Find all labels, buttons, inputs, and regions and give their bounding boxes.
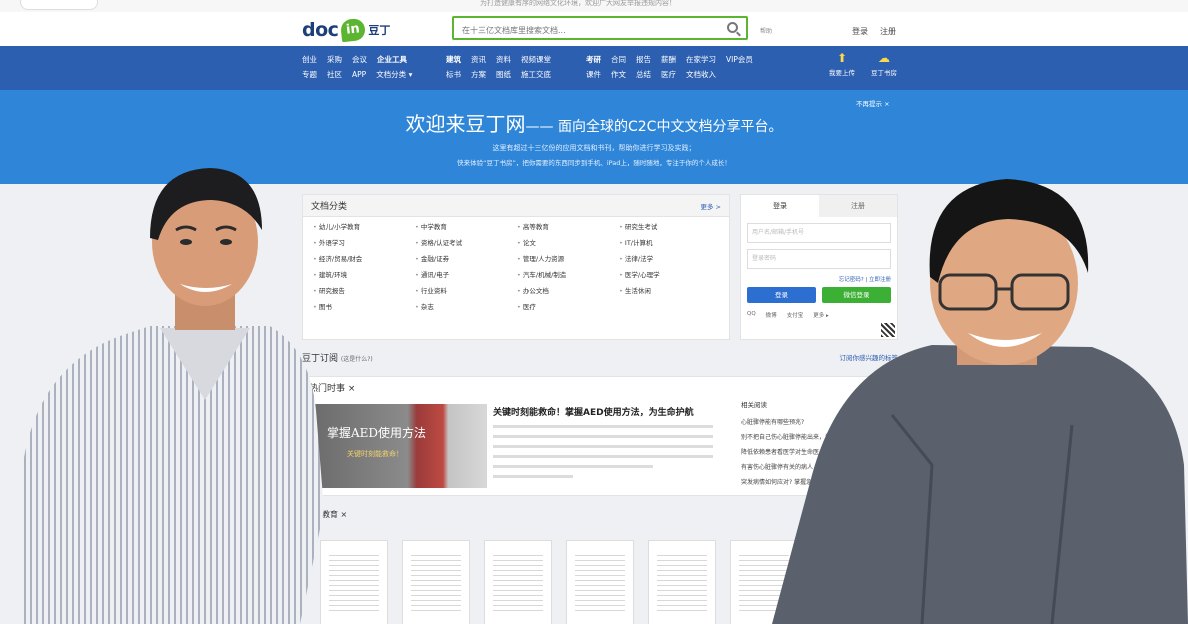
nav-item[interactable]: 课件 [586, 69, 601, 80]
logo-doc: doc [302, 19, 339, 41]
subscribe-hint[interactable]: (这是什么?) [341, 356, 373, 363]
search-box [452, 16, 748, 41]
related-title: 相关阅读 [741, 401, 767, 409]
doc-thumbnail[interactable] [320, 540, 388, 624]
docin-logo[interactable]: doc in 豆丁 [302, 17, 391, 43]
banner-line-2: 这里有超过十三亿份的应用文档和书刊，帮助你进行学习及实践； [492, 144, 696, 152]
category-item[interactable]: 法律/法学 [619, 253, 721, 263]
nav-group-2: 建筑 资讯 资料 视频课堂 标书 方案 图纸 施工交底 [446, 52, 551, 82]
cloud-label: 豆丁书房 [871, 69, 897, 77]
nav-item[interactable]: 施工交底 [521, 69, 551, 80]
category-item[interactable]: IT/计算机 [619, 237, 721, 247]
doc-thumbnail[interactable] [402, 540, 470, 624]
image-caption-1: 掌握AED使用方法 [327, 426, 427, 440]
category-grid: 幼儿/小学教育中学教育高等教育研究生考试外语学习资格/认证考试论文IT/计算机经… [303, 217, 729, 311]
nav-item[interactable]: VIP会员 [726, 54, 753, 65]
search-icon[interactable] [727, 22, 738, 33]
category-item[interactable]: 医疗 [517, 301, 619, 311]
nav-item[interactable]: 合同 [611, 54, 626, 65]
upload-button[interactable]: ⬆ 我要上传 [822, 52, 862, 77]
nav-group-1: 创业 采购 会议 企业工具 专题 社区 APP 文档分类 ▾ [302, 52, 412, 82]
nav-item[interactable]: APP [352, 70, 366, 79]
category-item[interactable]: 中学教育 [415, 221, 517, 231]
aed-news-image[interactable]: 掌握AED使用方法 关键时刻能救命！ [311, 404, 487, 488]
site-header: doc in 豆丁 帮助 登录 注册 [0, 12, 1188, 46]
person-right-image [772, 165, 1188, 624]
category-item[interactable]: 资格/认证考试 [415, 237, 517, 247]
register-link[interactable]: 注册 [880, 26, 896, 37]
category-item[interactable]: 研究生考试 [619, 221, 721, 231]
help-link[interactable]: 帮助 [760, 26, 772, 35]
nav-item[interactable]: 社区 [327, 69, 342, 80]
text-line [493, 435, 713, 438]
text-line [493, 425, 713, 428]
category-item[interactable]: 金融/证券 [415, 253, 517, 263]
hot-news-headline[interactable]: 关键时刻能救命！掌握AED使用方法，为生命护航 [493, 405, 694, 418]
category-item[interactable]: 办公文档 [517, 285, 619, 295]
logo-in: in [340, 17, 367, 43]
category-item[interactable]: 高等教育 [517, 221, 619, 231]
nav-group-3: 考研 合同 报告 薪酬 在家学习 VIP会员 课件 作文 总结 医疗 文档收入 [586, 52, 753, 82]
nav-item[interactable]: 企业工具 [377, 54, 407, 65]
nav-item[interactable]: 资讯 [471, 54, 486, 65]
category-item[interactable]: 管理/人力资源 [517, 253, 619, 263]
cloud-icon: ☁ [878, 51, 890, 65]
category-panel: 文档分类 更多 > 幼儿/小学教育中学教育高等教育研究生考试外语学习资格/认证考… [302, 194, 730, 340]
category-item[interactable]: 汽车/机械/制造 [517, 269, 619, 279]
qq-login[interactable]: QQ [747, 311, 756, 319]
search-input[interactable] [454, 20, 714, 41]
top-strip: 为打造健康有序的网络文化环境，欢迎广大网友举报违规内容！ [0, 0, 1188, 12]
category-item[interactable]: 杂志 [415, 301, 517, 311]
doc-thumbnail[interactable] [566, 540, 634, 624]
upload-icon: ⬆ [836, 51, 848, 65]
doc-thumbnail[interactable] [484, 540, 552, 624]
banner-title-main: 欢迎来豆丁网 [405, 112, 526, 136]
image-caption-2: 关键时刻能救命！ [347, 450, 403, 458]
nav-item[interactable]: 图纸 [496, 69, 511, 80]
nav-item[interactable]: 视频课堂 [521, 54, 551, 65]
nav-item[interactable]: 报告 [636, 54, 651, 65]
cloud-button[interactable]: ☁ 豆丁书房 [864, 52, 904, 77]
nav-item[interactable]: 资料 [496, 54, 511, 65]
category-item[interactable]: 医学/心理学 [619, 269, 721, 279]
nav-item[interactable]: 文档收入 [686, 69, 716, 80]
nav-item[interactable]: 方案 [471, 69, 486, 80]
nav-item[interactable]: 会议 [352, 54, 367, 65]
nav-item[interactable]: 在家学习 [686, 54, 716, 65]
banner-title-sub: —— 面向全球的C2C中文文档分享平台。 [525, 119, 783, 135]
person-left-image [0, 160, 330, 624]
category-more-link[interactable]: 更多 > [700, 201, 721, 211]
video-frame: 为打造健康有序的网络文化环境，欢迎广大网友举报违规内容！ doc in 豆丁 帮… [0, 0, 1188, 624]
doc-thumbnail[interactable] [648, 540, 716, 624]
banner-close[interactable]: 不再提示 × [856, 98, 890, 108]
top-pill[interactable] [20, 0, 98, 10]
category-item[interactable]: 行业资料 [415, 285, 517, 295]
text-line [493, 465, 653, 468]
nav-item[interactable]: 建筑 [446, 54, 461, 65]
category-item[interactable]: 生活休闲 [619, 285, 721, 295]
nav-item[interactable]: 标书 [446, 69, 461, 80]
login-link[interactable]: 登录 [852, 26, 868, 37]
nav-item[interactable]: 医疗 [661, 69, 676, 80]
nav-item[interactable]: 总结 [636, 69, 651, 80]
nav-item[interactable]: 专题 [302, 69, 317, 80]
category-header: 文档分类 更多 > [303, 195, 729, 217]
category-item[interactable]: 论文 [517, 237, 619, 247]
category-item[interactable]: 通讯/电子 [415, 269, 517, 279]
top-notice: 为打造健康有序的网络文化环境，欢迎广大网友举报违规内容！ [480, 0, 676, 7]
nav-item[interactable]: 薪酬 [661, 54, 676, 65]
nav-item[interactable]: 采购 [327, 54, 342, 65]
text-line [493, 475, 573, 478]
logo-cn: 豆丁 [368, 24, 391, 37]
nav-item[interactable]: 创业 [302, 54, 317, 65]
main-nav: 创业 采购 会议 企业工具 专题 社区 APP 文档分类 ▾ 建筑 资讯 资料 … [0, 46, 1188, 90]
nav-item[interactable]: 考研 [586, 54, 601, 65]
nav-item[interactable]: 文档分类 ▾ [376, 69, 412, 80]
upload-label: 我要上传 [829, 69, 855, 77]
banner-title: 欢迎来豆丁网—— 面向全球的C2C中文文档分享平台。 [0, 108, 1188, 137]
text-line [493, 455, 713, 458]
text-line [493, 445, 713, 448]
nav-item[interactable]: 作文 [611, 69, 626, 80]
